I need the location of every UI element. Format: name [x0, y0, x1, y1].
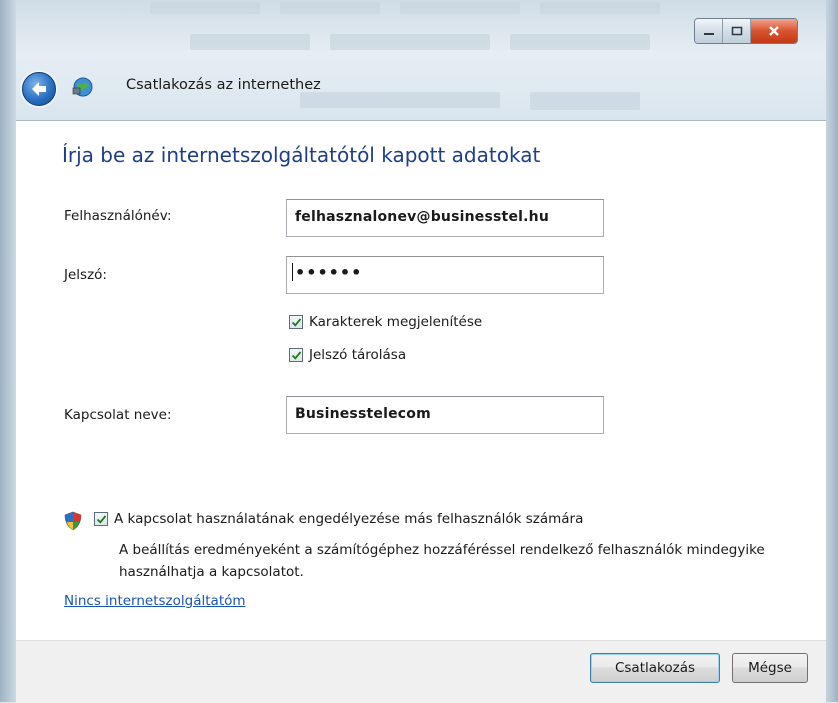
background-blur: [330, 34, 490, 50]
connection-name-value: Businesstelecom: [295, 406, 431, 422]
password-input[interactable]: ••••••: [286, 256, 604, 294]
cancel-button[interactable]: Mégse: [732, 653, 808, 683]
wizard-footer: Csatlakozás Mégse: [16, 640, 826, 703]
allow-other-users-row[interactable]: A kapcsolat használatának engedélyezése …: [94, 511, 583, 527]
close-icon[interactable]: [751, 19, 797, 43]
password-label: Jelszó:: [64, 267, 107, 283]
show-characters-label: Karakterek megjelenítése: [309, 314, 483, 330]
connect-button[interactable]: Csatlakozás: [590, 653, 720, 683]
show-characters-checkbox[interactable]: [289, 315, 303, 329]
username-label: Felhasználónév:: [64, 208, 172, 224]
network-globe-icon: [72, 77, 93, 97]
save-password-label: Jelszó tárolása: [309, 347, 407, 363]
background-blur: [530, 92, 640, 110]
wizard-content: Írja be az internetszolgáltatótól kapott…: [16, 120, 826, 641]
text-caret: [292, 263, 293, 281]
password-value: ••••••: [295, 263, 363, 282]
uac-shield-icon: [64, 511, 82, 531]
maximize-icon[interactable]: [723, 19, 751, 43]
checkmark-icon: [291, 350, 301, 360]
background-blur: [300, 92, 500, 108]
window-right-frame: [826, 0, 838, 702]
minimize-icon[interactable]: [695, 19, 723, 43]
show-characters-row[interactable]: Karakterek megjelenítése: [289, 314, 482, 330]
connection-name-label: Kapcsolat neve:: [64, 407, 172, 423]
back-arrow-icon[interactable]: [22, 72, 56, 106]
no-isp-link[interactable]: Nincs internetszolgáltatóm: [64, 593, 246, 609]
save-password-checkbox[interactable]: [289, 348, 303, 362]
window-controls: [694, 18, 798, 44]
connection-name-input[interactable]: Businesstelecom: [286, 396, 604, 434]
page-heading: Írja be az internetszolgáltatótól kapott…: [62, 143, 541, 167]
username-value: felhasznalonev@businesstel.hu: [295, 209, 549, 225]
username-input[interactable]: felhasznalonev@businesstel.hu: [286, 199, 604, 237]
allow-other-users-description: A beállítás eredményeként a számítógéphe…: [119, 542, 765, 580]
background-blur: [190, 34, 310, 50]
background-blur: [540, 2, 660, 14]
background-blur: [150, 2, 260, 14]
background-blur: [280, 2, 380, 14]
allow-other-users-label: A kapcsolat használatának engedélyezése …: [114, 511, 584, 527]
save-password-row[interactable]: Jelszó tárolása: [289, 347, 406, 363]
background-blur: [400, 2, 520, 14]
window-left-frame: [0, 0, 16, 702]
checkmark-icon: [291, 317, 301, 327]
checkmark-icon: [96, 514, 106, 524]
allow-other-users-checkbox[interactable]: [94, 512, 108, 526]
background-blur: [510, 34, 650, 50]
window-title: Csatlakozás az internethez: [126, 77, 321, 93]
